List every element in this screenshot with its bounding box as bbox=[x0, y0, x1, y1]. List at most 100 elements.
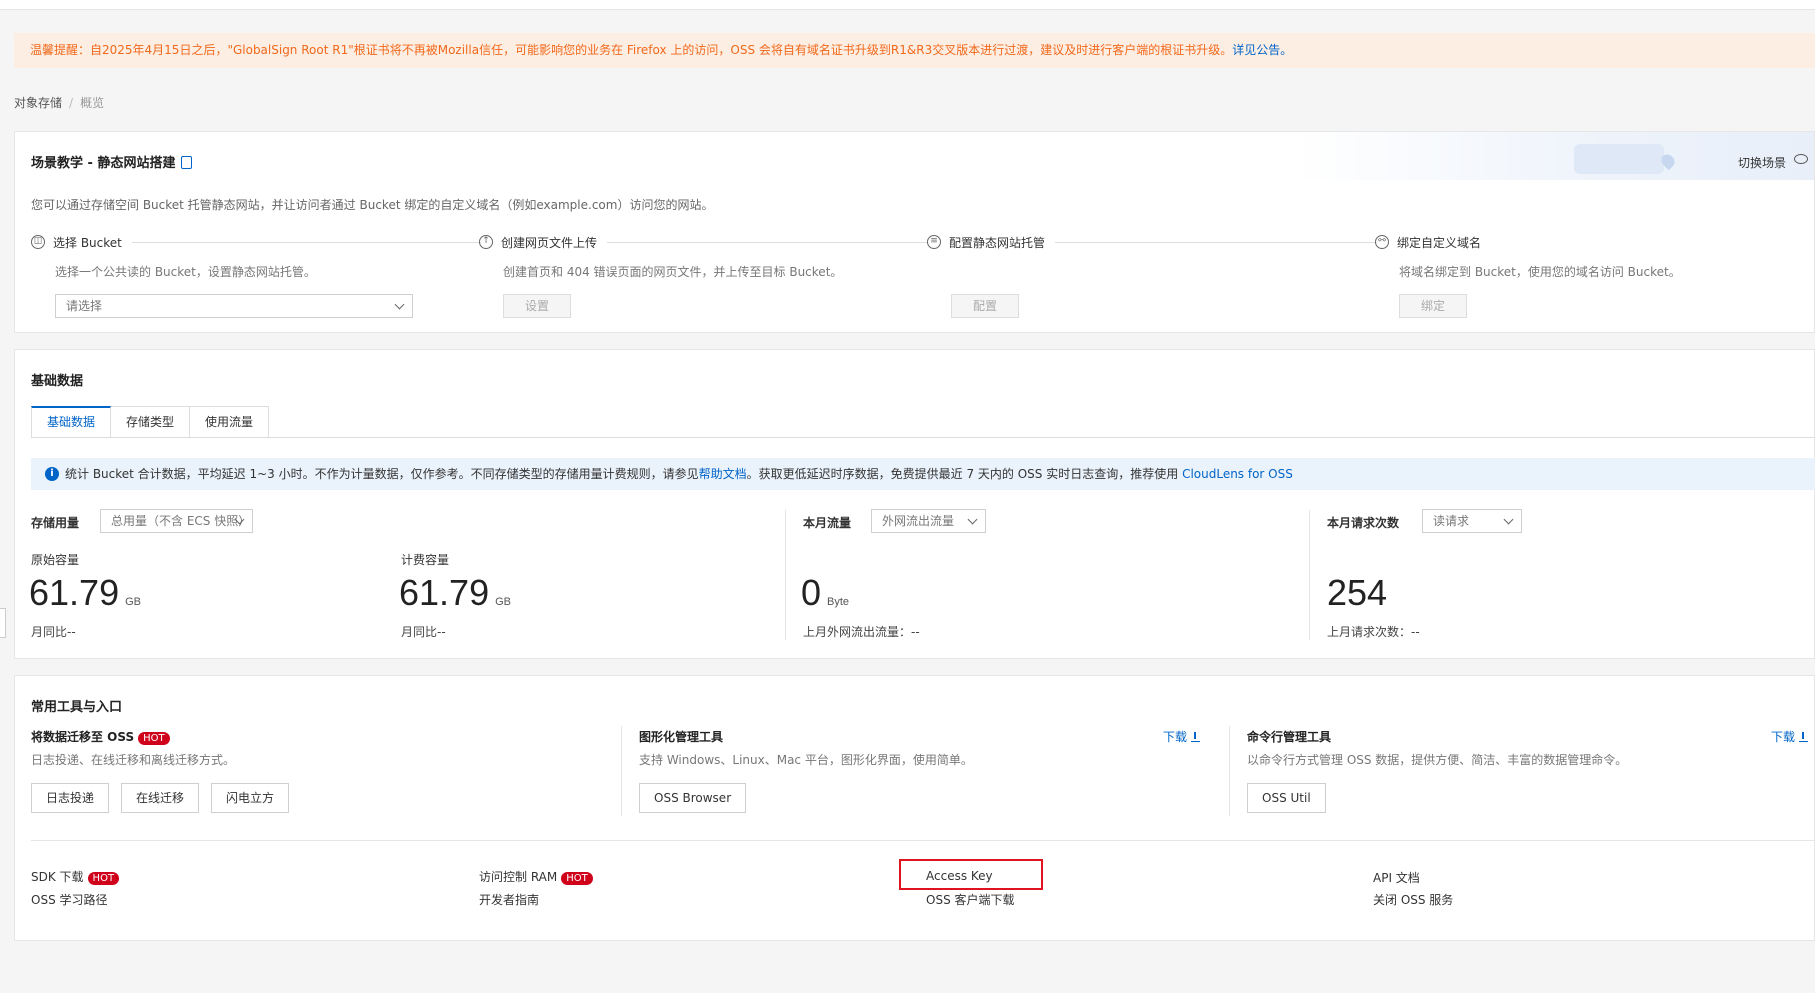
storage-usage-label: 存储用量 bbox=[31, 516, 80, 530]
billed-capacity-mom: 月同比-- bbox=[401, 625, 446, 639]
download-icon bbox=[1191, 732, 1201, 742]
scene-tutorial-card: 场景教学 - 静态网站搭建 切换场景 您可以通过存储空间 Bucket 托管静态… bbox=[14, 131, 1815, 333]
step-description: 选择一个公共读的 Bucket，设置静态网站托管。 bbox=[55, 265, 316, 279]
scene-title: 场景教学 - 静态网站搭建 bbox=[31, 152, 193, 171]
last-month-traffic: 上月外网流出流量：-- bbox=[803, 625, 920, 639]
cli-tool-desc: 以命令行方式管理 OSS 数据，提供方便、简洁、丰富的数据管理命令。 bbox=[1247, 753, 1628, 767]
notice-text: 温馨提醒：自2025年4月15日之后，"GlobalSign Root R1"根… bbox=[30, 43, 1233, 57]
bind-button[interactable]: 绑定 bbox=[1399, 294, 1467, 318]
oss-util-button[interactable]: OSS Util bbox=[1247, 783, 1326, 813]
gui-download-text: 下载 bbox=[1163, 730, 1188, 744]
breadcrumb: 对象存储 / 概览 bbox=[14, 94, 104, 111]
scene-description: 您可以通过存储空间 Bucket 托管静态网站，并让访问者通过 Bucket 绑… bbox=[31, 198, 714, 212]
migrate-tool-name: 将数据迁移至 OSS HOT bbox=[31, 728, 170, 745]
document-icon[interactable] bbox=[181, 156, 193, 169]
config-icon: ≡ bbox=[927, 235, 941, 249]
raw-capacity-value: 61.79 GB bbox=[29, 572, 141, 614]
divider bbox=[31, 840, 1815, 841]
online-migration-button[interactable]: 在线迁移 bbox=[121, 783, 200, 813]
tab-storage-type[interactable]: 存储类型 bbox=[111, 406, 191, 438]
raw-capacity-mom: 月同比-- bbox=[31, 625, 76, 639]
monthly-traffic-label: 本月流量 bbox=[803, 516, 852, 530]
storage-usage-select[interactable]: 总用量（不含 ECS 快照） bbox=[100, 509, 253, 533]
step-label: 创建网页文件上传 bbox=[501, 235, 598, 250]
info-icon: i bbox=[45, 467, 59, 481]
billed-capacity-label: 计费容量 bbox=[401, 553, 450, 567]
notice-banner: 温馨提醒：自2025年4月15日之后，"GlobalSign Root R1"根… bbox=[14, 33, 1815, 68]
info-bar: i 统计 Bucket 合计数据，平均延迟 1~3 小时。不作为计量数据，仅作参… bbox=[31, 458, 1815, 490]
lightning-cube-button[interactable]: 闪电立方 bbox=[211, 783, 290, 813]
tabs-divider bbox=[31, 437, 1815, 438]
top-bar bbox=[0, 0, 1815, 10]
step-config-hosting: ≡ 配置静态网站托管 配置 bbox=[927, 232, 1375, 322]
api-doc-link[interactable]: API 文档 bbox=[1373, 869, 1420, 886]
divider bbox=[785, 510, 786, 640]
billed-capacity-number: 61.79 bbox=[399, 572, 490, 613]
request-type-select[interactable]: 读请求 bbox=[1422, 509, 1522, 533]
set-button[interactable]: 设置 bbox=[503, 294, 571, 318]
configure-button[interactable]: 配置 bbox=[951, 294, 1019, 318]
tools-title: 常用工具与入口 bbox=[31, 700, 123, 715]
download-icon bbox=[1799, 732, 1809, 742]
help-doc-link[interactable]: 帮助文档 bbox=[699, 467, 747, 481]
log-delivery-button[interactable]: 日志投递 bbox=[31, 783, 110, 813]
access-key-link[interactable]: Access Key bbox=[926, 869, 993, 883]
request-type-select-value: 读请求 bbox=[1433, 514, 1470, 528]
billed-capacity-unit: GB bbox=[495, 596, 511, 608]
raw-capacity-label: 原始容量 bbox=[31, 553, 80, 567]
basic-data-title: 基础数据 bbox=[31, 374, 84, 389]
tab-basic-data[interactable]: 基础数据 bbox=[31, 406, 112, 438]
chevron-down-icon bbox=[967, 514, 978, 525]
breadcrumb-root[interactable]: 对象存储 bbox=[14, 96, 62, 110]
chevron-down-icon bbox=[1503, 514, 1514, 525]
migrate-tool-name-text: 将数据迁移至 OSS bbox=[31, 730, 135, 744]
client-download-link[interactable]: OSS 客户端下载 bbox=[926, 891, 1015, 908]
sdk-download-link[interactable]: SDK 下载 HOT bbox=[31, 868, 120, 885]
cli-tool-name: 命令行管理工具 bbox=[1247, 730, 1332, 744]
sdk-download-text: SDK 下载 bbox=[31, 870, 84, 884]
raw-capacity-unit: GB bbox=[125, 596, 141, 608]
link-icon: ⚯ bbox=[1375, 235, 1389, 249]
gui-download-link[interactable]: 下载 bbox=[1163, 728, 1201, 745]
step-description: 创建首页和 404 错误页面的网页文件，并上传至目标 Bucket。 bbox=[503, 265, 843, 279]
bucket-select-placeholder: 请选择 bbox=[66, 299, 103, 313]
ram-link[interactable]: 访问控制 RAM HOT bbox=[479, 868, 593, 885]
migrate-tool-desc: 日志投递、在线迁移和离线迁移方式。 bbox=[31, 753, 236, 767]
scene-title-text: 场景教学 - 静态网站搭建 bbox=[31, 156, 176, 171]
gui-tool-desc: 支持 Windows、Linux、Mac 平台，图形化界面，使用简单。 bbox=[639, 753, 973, 767]
oss-browser-button[interactable]: OSS Browser bbox=[639, 783, 747, 813]
step-select-bucket: ◫ 选择 Bucket 选择一个公共读的 Bucket，设置静态网站托管。 请选… bbox=[31, 232, 481, 322]
switch-scene-link[interactable]: 切换场景 bbox=[1738, 154, 1786, 171]
traffic-type-select[interactable]: 外网流出流量 bbox=[871, 509, 986, 533]
close-oss-link[interactable]: 关闭 OSS 服务 bbox=[1373, 891, 1453, 908]
step-connector bbox=[131, 241, 481, 243]
raw-capacity-number: 61.79 bbox=[29, 572, 120, 613]
monthly-requests-label: 本月请求次数 bbox=[1327, 516, 1400, 530]
basic-data-card: 基础数据 基础数据 存储类型 使用流量 i 统计 Bucket 合计数据，平均延… bbox=[14, 349, 1815, 659]
info-text-2: 。获取更低延迟时序数据，免费提供最近 7 天内的 OSS 实时日志查询，推荐使用 bbox=[746, 467, 1179, 481]
sidebar-collapse-handle[interactable] bbox=[0, 608, 6, 638]
last-month-requests: 上月请求次数：-- bbox=[1327, 625, 1420, 639]
scene-illustration bbox=[1294, 132, 1814, 180]
developer-guide-link[interactable]: 开发者指南 bbox=[479, 891, 539, 908]
eye-icon[interactable] bbox=[1794, 154, 1808, 164]
learning-path-link[interactable]: OSS 学习路径 bbox=[31, 891, 108, 908]
cloud-upload-icon: ↑ bbox=[479, 235, 493, 249]
requests-value: 254 bbox=[1327, 572, 1388, 613]
step-upload-files: ↑ 创建网页文件上传 创建首页和 404 错误页面的网页文件，并上传至目标 Bu… bbox=[479, 232, 927, 322]
divider bbox=[1229, 726, 1230, 816]
step-label: 选择 Bucket bbox=[53, 235, 122, 250]
tab-traffic-usage[interactable]: 使用流量 bbox=[190, 406, 270, 438]
cli-download-link[interactable]: 下载 bbox=[1771, 728, 1809, 745]
cloudlens-link[interactable]: CloudLens for OSS bbox=[1182, 467, 1293, 481]
tools-card: 常用工具与入口 将数据迁移至 OSS HOT 日志投递、在线迁移和离线迁移方式。 … bbox=[14, 675, 1815, 941]
step-label: 绑定自定义域名 bbox=[1397, 235, 1482, 250]
bucket-select[interactable]: 请选择 bbox=[55, 294, 413, 318]
cli-download-text: 下载 bbox=[1771, 730, 1796, 744]
divider bbox=[621, 726, 622, 816]
step-description: 将域名绑定到 Bucket，使用您的域名访问 Bucket。 bbox=[1399, 265, 1681, 279]
notice-link[interactable]: 详见公告。 bbox=[1232, 43, 1292, 57]
step-connector bbox=[1055, 241, 1375, 243]
step-bind-domain: ⚯ 绑定自定义域名 将域名绑定到 Bucket，使用您的域名访问 Bucket。… bbox=[1375, 232, 1815, 322]
info-text: 统计 Bucket 合计数据，平均延迟 1~3 小时。不作为计量数据，仅作参考。… bbox=[65, 467, 699, 481]
